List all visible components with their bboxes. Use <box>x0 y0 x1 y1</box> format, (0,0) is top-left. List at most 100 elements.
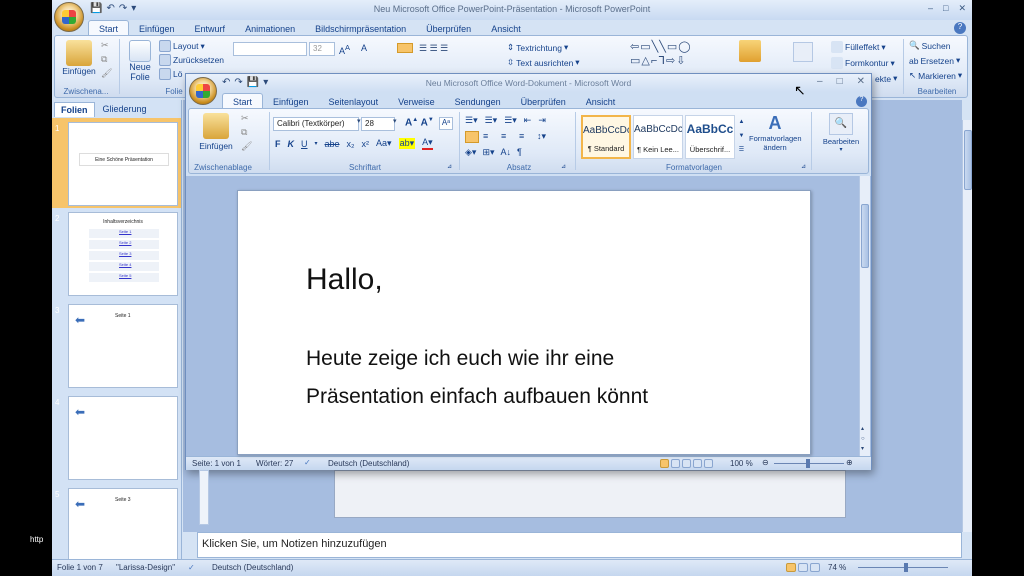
undo-icon[interactable]: ↶ <box>106 3 114 14</box>
font-size-dropdown-icon[interactable]: ▾ <box>393 117 397 125</box>
word-tab-insert[interactable]: Einfügen <box>263 94 319 109</box>
ppt-numbering-icon[interactable]: ☰ ☰ ☰ <box>419 43 448 54</box>
word-editing-button[interactable]: 🔍 Bearbeiten ▾ <box>815 113 867 153</box>
outline-view-icon[interactable] <box>693 459 702 468</box>
show-marks-icon[interactable]: ¶ <box>517 147 522 158</box>
style-standard[interactable]: AaBbCcDc ¶ Standard <box>581 115 631 159</box>
subscript-icon[interactable]: x₂ <box>347 139 355 149</box>
shape-effects-button[interactable]: ekte ▾ <box>875 73 897 84</box>
align-text-button[interactable]: ⇳ Text ausrichten ▾ <box>507 57 580 68</box>
word-vertical-scrollbar[interactable]: ▴ ○ ▾ <box>859 176 870 456</box>
change-case-icon[interactable]: Aa▾ <box>376 138 392 149</box>
ppt-tab-review[interactable]: Überprüfen <box>416 21 481 36</box>
word-help-icon[interactable]: ? <box>856 96 867 107</box>
ppt-tab-start[interactable]: Start <box>88 20 130 36</box>
align-left-icon[interactable] <box>465 131 479 143</box>
format-painter-icon[interactable]: 🖌 <box>101 68 112 79</box>
paragraph-dialog-launcher-icon[interactable]: ⊿ <box>561 163 566 170</box>
word-document-page[interactable]: Hallo, Heute zeige ich euch wie ihr eine… <box>237 190 811 455</box>
redo-icon[interactable]: ↷ <box>234 77 242 88</box>
full-screen-icon[interactable] <box>671 459 680 468</box>
font-color-icon[interactable]: A▾ <box>422 137 433 150</box>
spellcheck-icon[interactable]: ✓ <box>188 563 195 572</box>
word-font-size-box[interactable]: 28 <box>361 117 395 131</box>
ppt-vertical-scrollbar[interactable] <box>962 120 972 532</box>
ppt-tab-design[interactable]: Entwurf <box>185 21 236 36</box>
numbering-icon[interactable]: ☰▾ <box>485 115 498 126</box>
qat-dropdown-icon[interactable]: ▾ <box>263 77 268 88</box>
minimize-icon[interactable]: – <box>817 76 823 87</box>
word-tab-references[interactable]: Verweise <box>388 94 445 109</box>
maximize-icon[interactable]: □ <box>943 3 948 14</box>
align-right-icon[interactable]: ≡ <box>501 131 515 143</box>
spellcheck-icon[interactable]: ✓ <box>304 458 311 467</box>
shape-outline-button[interactable]: Formkontur ▾ <box>831 57 895 69</box>
word-tab-view[interactable]: Ansicht <box>576 94 626 109</box>
shape-fill-button[interactable]: Fülleffekt ▾ <box>831 41 886 53</box>
print-layout-icon[interactable] <box>660 459 669 468</box>
ppt-bullets-icon[interactable] <box>397 43 413 53</box>
draft-view-icon[interactable] <box>704 459 713 468</box>
ppt-tab-slideshow[interactable]: Bildschirmpräsentation <box>305 21 416 36</box>
highlight-icon[interactable]: ab▾ <box>398 138 416 149</box>
grow-font-icon[interactable]: A▲ A▼ <box>405 117 434 128</box>
word-paste-button[interactable]: Einfügen <box>197 113 235 151</box>
style-no-spacing[interactable]: AaBbCcDc ¶ Kein Lee... <box>633 115 683 159</box>
superscript-icon[interactable]: x² <box>362 139 370 149</box>
text-direction-button[interactable]: ⇕ Textrichtung ▾ <box>507 42 568 53</box>
word-office-button[interactable] <box>189 77 217 105</box>
align-center-icon[interactable]: ≡ <box>483 131 497 143</box>
office-button[interactable] <box>54 2 84 32</box>
multilevel-list-icon[interactable]: ☰▾ <box>504 115 517 126</box>
zoom-in-icon[interactable]: ⊕ <box>846 458 853 467</box>
font-dialog-launcher-icon[interactable]: ⊿ <box>447 163 452 170</box>
increase-indent-icon[interactable]: ⇥ <box>538 115 546 126</box>
word-tab-start[interactable]: Start <box>222 93 264 109</box>
close-icon[interactable]: ✕ <box>857 76 865 87</box>
font-name-dropdown-icon[interactable]: ▾ <box>357 117 361 125</box>
ppt-clear-format-icon[interactable]: A <box>361 43 367 53</box>
format-painter-icon[interactable]: 🖌 <box>241 141 252 152</box>
close-icon[interactable]: ✕ <box>958 3 966 14</box>
ppt-font-size-box[interactable]: 32 <box>309 42 335 56</box>
borders-icon[interactable]: ⊞▾ <box>482 147 494 158</box>
line-spacing-icon[interactable]: ↕▾ <box>537 131 546 143</box>
sorter-view-icon[interactable] <box>798 563 808 572</box>
quick-styles-icon[interactable] <box>793 42 813 62</box>
style-heading-1[interactable]: AaBbCc Überschrif... <box>685 115 735 159</box>
copy-icon[interactable]: ⧉ <box>101 54 112 65</box>
word-scroll-thumb[interactable] <box>861 204 869 268</box>
ppt-tab-view[interactable]: Ansicht <box>481 21 531 36</box>
panel-tab-outline[interactable]: Gliederung <box>97 102 153 117</box>
slide-canvas[interactable] <box>334 470 846 518</box>
shading-icon[interactable]: ◈▾ <box>465 147 476 158</box>
ppt-font-name-box[interactable] <box>233 42 307 56</box>
shapes-gallery[interactable]: ⇦▭╲╲▭◯ ▭△⌐ᒣ⇨⇩ <box>630 40 692 68</box>
browse-object-icons[interactable]: ▴ ○ ▾ <box>861 424 865 454</box>
slideshow-view-icon[interactable] <box>810 563 820 572</box>
save-icon[interactable]: 💾 <box>247 77 259 88</box>
styles-scroll[interactable]: ▲ ▼ ☰ <box>737 115 746 159</box>
arrange-icon[interactable] <box>739 40 761 62</box>
word-tab-page-layout[interactable]: Seitenlayout <box>319 94 389 109</box>
maximize-icon[interactable]: □ <box>837 76 843 87</box>
word-view-buttons[interactable] <box>660 459 713 468</box>
undo-icon[interactable]: ↶ <box>222 77 230 88</box>
zoom-out-icon[interactable]: ⊖ <box>762 458 769 467</box>
ppt-tab-animations[interactable]: Animationen <box>235 21 305 36</box>
slide-thumb-1[interactable]: Eine Schöne Präsentation <box>68 122 178 206</box>
replace-button[interactable]: ab Ersetzen ▾ <box>909 55 962 66</box>
styles-dialog-launcher-icon[interactable]: ⊿ <box>801 163 806 170</box>
web-layout-icon[interactable] <box>682 459 691 468</box>
save-icon[interactable]: 💾 <box>90 3 102 14</box>
sort-icon[interactable]: A↓ <box>501 147 512 158</box>
minimize-icon[interactable]: – <box>928 3 933 14</box>
ppt-zoom-slider[interactable] <box>858 563 948 572</box>
bullets-icon[interactable]: ☰▾ <box>465 115 478 126</box>
redo-icon[interactable]: ↷ <box>119 3 127 14</box>
clear-formatting-icon[interactable]: Aᵃ <box>439 117 453 130</box>
copy-icon[interactable]: ⧉ <box>241 127 252 138</box>
word-tab-review[interactable]: Überprüfen <box>511 94 576 109</box>
justify-icon[interactable]: ≡ <box>519 131 533 143</box>
normal-view-icon[interactable] <box>786 563 796 572</box>
